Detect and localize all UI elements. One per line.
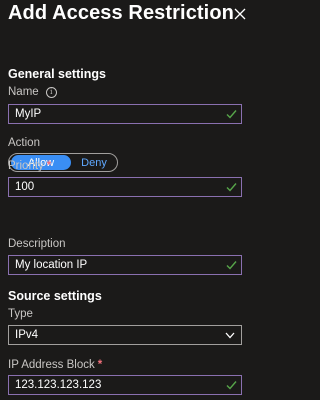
description-label: Description bbox=[8, 238, 66, 250]
name-field[interactable]: MyIP bbox=[8, 104, 242, 124]
description-field[interactable]: My location IP bbox=[8, 255, 242, 275]
type-dropdown[interactable]: IPv4 bbox=[8, 325, 242, 345]
action-deny-option[interactable]: Deny bbox=[71, 155, 117, 170]
ip-address-label: IP Address Block bbox=[8, 359, 95, 371]
general-settings-heading: General settings bbox=[8, 67, 106, 81]
ip-address-field-value: 123.123.123.123 bbox=[15, 379, 102, 391]
type-dropdown-value: IPv4 bbox=[15, 329, 39, 341]
name-label-row: Name i bbox=[8, 86, 57, 98]
name-label: Name bbox=[8, 86, 39, 98]
panel-title: Add Access Restriction bbox=[8, 2, 234, 24]
ip-address-field[interactable]: 123.123.123.123 bbox=[8, 375, 242, 395]
name-field-value: MyIP bbox=[15, 108, 42, 120]
priority-label: Priority bbox=[8, 160, 44, 172]
ip-label-row: IP Address Block * bbox=[8, 359, 102, 371]
priority-label-row: Priority * bbox=[8, 160, 51, 172]
checkmark-icon bbox=[226, 183, 237, 192]
required-marker: * bbox=[97, 359, 103, 371]
checkmark-icon bbox=[226, 381, 237, 390]
checkmark-icon bbox=[226, 261, 237, 270]
info-icon[interactable]: i bbox=[45, 86, 57, 98]
source-settings-heading: Source settings bbox=[8, 289, 102, 303]
action-label: Action bbox=[8, 137, 40, 149]
type-label: Type bbox=[8, 308, 33, 320]
checkmark-icon bbox=[226, 110, 237, 119]
required-marker: * bbox=[46, 160, 52, 172]
close-button[interactable] bbox=[232, 6, 248, 22]
priority-field[interactable]: 100 bbox=[8, 177, 242, 197]
close-icon bbox=[234, 8, 246, 20]
priority-field-value: 100 bbox=[15, 181, 35, 193]
description-field-value: My location IP bbox=[15, 259, 88, 271]
chevron-down-icon bbox=[225, 332, 235, 339]
add-access-restriction-panel: Add Access Restriction General settings … bbox=[0, 0, 254, 400]
